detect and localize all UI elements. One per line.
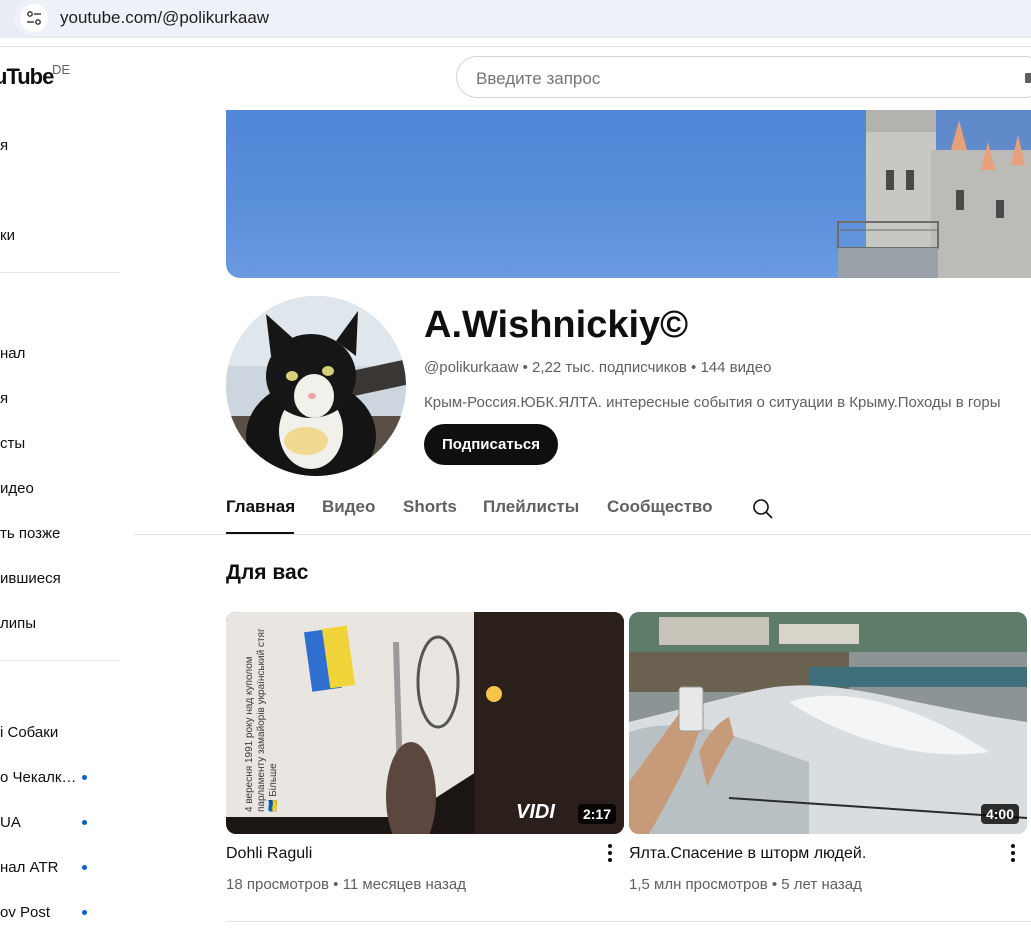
video-age: 11 месяцев назад [342,876,466,893]
youtube-logo[interactable]: uTube [0,64,54,90]
sidebar-divider [0,272,120,273]
channel-name: A.Wishnickiy© [424,304,689,346]
channel-search-icon[interactable] [751,497,775,521]
video-duration: 4:00 [980,804,1019,824]
new-content-dot [82,775,87,780]
url-text[interactable]: youtube.com/@polikurkaaw [60,8,269,28]
site-settings-icon[interactable] [20,4,48,32]
video-count: 144 видео [700,359,772,376]
video-watermark: VIDI [516,801,555,823]
sidebar-item-clips[interactable]: липы [0,615,36,632]
tab-playlists[interactable]: Плейлисты [483,497,579,517]
sidebar-item-watch-later[interactable]: ть позже [0,525,60,542]
subscribe-button[interactable]: Подписаться [424,424,558,465]
subscription-item[interactable]: i Собаки [0,724,58,741]
country-code: DE [52,62,71,77]
sidebar-item[interactable]: ки [0,227,15,244]
subscription-item[interactable]: ov Post [0,904,50,921]
video-thumbnail[interactable]: 4 вересня 1991 року над куполом парламен… [226,612,624,834]
browser-address-bar: youtube.com/@polikurkaaw [0,0,1031,38]
subscription-item[interactable]: UA [0,814,21,831]
tab-videos[interactable]: Видео [322,497,375,517]
channel-banner [226,110,1031,278]
new-content-dot [82,910,87,915]
subscription-item[interactable]: о Чекалк… [0,769,76,786]
more-vert-icon[interactable] [604,842,616,864]
video-title[interactable]: Ялта.Спасение в шторм людей. [629,845,866,863]
search-placeholder: Введите запрос [476,69,601,88]
video-duration: 2:17 [577,804,616,824]
video-meta: 1,5 млн просмотров • 5 лет назад [629,876,862,893]
search-input[interactable]: Введите запрос [456,56,1031,98]
tab-community[interactable]: Сообщество [607,497,713,517]
more-vert-icon[interactable] [1007,842,1019,864]
subscription-item[interactable]: нал ATR [0,859,58,876]
video-title[interactable]: Dohli Raguli [226,845,312,863]
new-content-dot [82,820,87,825]
section-divider [226,921,1031,922]
tab-shorts[interactable]: Shorts [403,497,457,517]
video-meta: 18 просмотров • 11 месяцев назад [226,876,466,893]
url-field[interactable]: youtube.com/@polikurkaaw [14,0,1031,36]
video-age: 5 лет назад [781,876,862,893]
keyboard-icon[interactable] [1025,73,1031,83]
sidebar-item-my-channel[interactable]: нал [0,345,25,362]
toolbar-divider [0,46,1031,47]
sidebar-item-my-videos[interactable]: идео [0,480,34,497]
meta-separator: • [767,876,782,893]
channel-handle: @polikurkaaw [424,359,519,376]
channel-meta: @polikurkaaw • 2,22 тыс. подписчиков • 1… [424,359,771,376]
section-title: Для вас [226,561,309,584]
sidebar-item-history[interactable]: я [0,390,8,407]
video-overlay-text: 4 вересня 1991 року над куполом парламен… [244,628,279,812]
meta-separator: • [329,876,343,893]
meta-separator: • [686,359,701,376]
tabs-divider [134,534,1031,535]
channel-description[interactable]: Крым-Россия.ЮБК.ЯЛТА. интересные события… [424,394,1031,411]
tab-home[interactable]: Главная [226,497,295,517]
video-views: 1,5 млн просмотров [629,876,768,893]
sidebar-item-playlists[interactable]: сты [0,435,25,452]
meta-separator: • [518,359,533,376]
sidebar: я ки нал я сты идео ть позже ившиеся лип… [0,110,130,932]
video-thumbnail[interactable]: 4:00 [629,612,1027,834]
subscriber-count: 2,22 тыс. подписчиков [532,359,687,376]
sidebar-item[interactable]: я [0,137,8,154]
sidebar-divider [0,660,120,661]
video-views: 18 просмотров [226,876,330,893]
castle-banner-image [837,110,1031,278]
new-content-dot [82,865,87,870]
sidebar-item-liked[interactable]: ившиеся [0,570,61,587]
channel-avatar[interactable] [226,296,406,476]
